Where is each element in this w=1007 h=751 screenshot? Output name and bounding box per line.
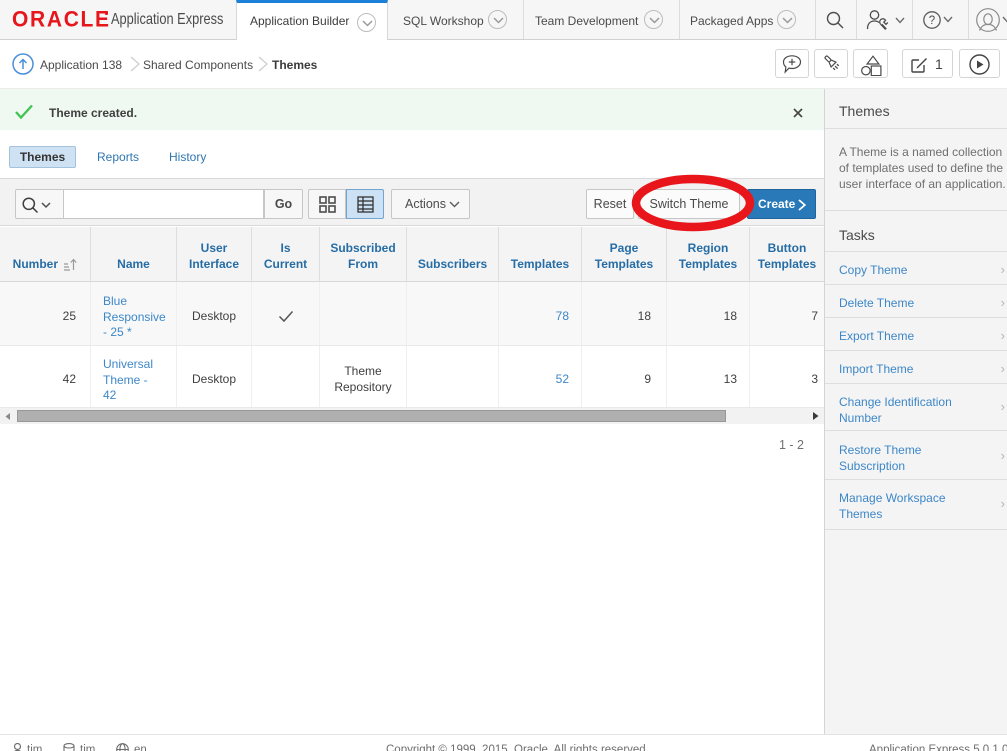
svg-text:?: ? (929, 15, 935, 27)
